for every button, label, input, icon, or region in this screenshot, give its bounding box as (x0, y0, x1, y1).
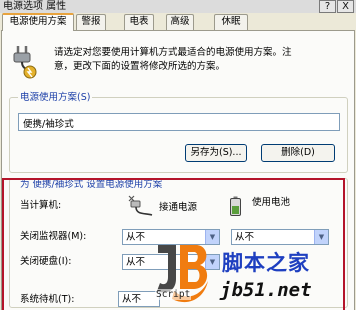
power-options-dialog: 电源选项 属性 ? X 电源使用方案 警报 电表 高级 休眠 请选定对您要使用计… (0, 0, 356, 310)
title-bar: 电源选项 属性 ? X (0, 0, 356, 13)
power-scheme-selected-value: 便携/袖珍式 (23, 119, 74, 130)
close-button[interactable]: X (337, 0, 354, 13)
watermark-brand-name: 脚本之家 (222, 251, 310, 275)
power-plug-icon (13, 46, 37, 79)
site-watermark: Script 脚本之家 jb51.net (152, 241, 354, 308)
delete-button[interactable]: 删除(D) (261, 144, 335, 162)
help-button[interactable]: ? (319, 0, 336, 13)
intro-text-line1: 请选定对您要使用计算机方式最适合的电源使用方案。注 (54, 47, 292, 58)
intro-text-line2: 意，更改下面的设置将修改所选的方案。 (54, 61, 226, 72)
watermark-logo-text: Script (155, 289, 192, 300)
power-scheme-select[interactable]: 便携/袖珍式 (18, 113, 340, 131)
tab-strip: 电源使用方案 警报 电表 高级 休眠 (0, 13, 356, 31)
watermark-url: jb51.net (220, 279, 312, 301)
save-as-button[interactable]: 另存为(S)... (185, 144, 247, 162)
tab-power-meter[interactable]: 电表 (124, 14, 154, 30)
power-scheme-group-title: 电源使用方案(S) (18, 92, 93, 103)
window-title: 电源选项 属性 (3, 1, 67, 12)
tab-alarms[interactable]: 警报 (76, 14, 106, 30)
tab-power-schemes[interactable]: 电源使用方案 (2, 13, 74, 31)
tab-advanced[interactable]: 高级 (166, 14, 194, 30)
tab-hibernate[interactable]: 休眠 (214, 14, 248, 30)
